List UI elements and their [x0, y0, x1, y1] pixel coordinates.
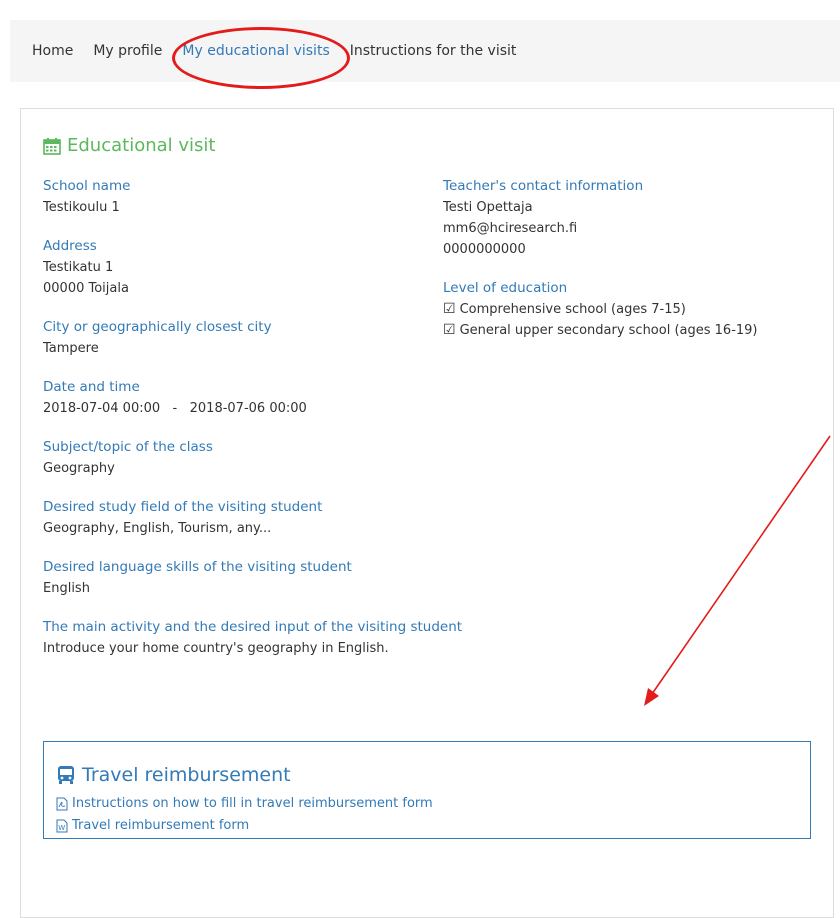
- field-value: 2018-07-04 00:00 - 2018-07-06 00:00: [43, 401, 307, 416]
- field-teacher-contact: Teacher's contact information Testi Opet…: [443, 175, 823, 260]
- field-value: Introduce your home country's geography …: [43, 641, 389, 656]
- panel-title: Educational visit: [43, 135, 215, 156]
- field-city: City or geographically closest city Tamp…: [43, 316, 423, 359]
- level-item-label: Comprehensive school (ages 7-15): [459, 302, 686, 317]
- reimbursement-form-link[interactable]: W Travel reimbursement form: [56, 818, 249, 833]
- nav-home-link[interactable]: Home: [10, 43, 83, 59]
- field-school-name: School name Testikoulu 1: [43, 175, 423, 218]
- field-label: Date and time: [43, 379, 140, 395]
- field-label: Teacher's contact information: [443, 178, 644, 194]
- field-label: Subject/topic of the class: [43, 439, 213, 455]
- field-label: Desired study field of the visiting stud…: [43, 499, 323, 515]
- checkbox-checked-icon: ☑: [443, 322, 456, 338]
- svg-text:W: W: [58, 824, 65, 832]
- instructions-pdf-link-text: Instructions on how to fill in travel re…: [72, 796, 433, 811]
- field-label: Level of education: [443, 280, 568, 296]
- visit-details-left: School name Testikoulu 1 Address Testika…: [43, 175, 463, 676]
- field-value: 0000000000: [443, 242, 526, 257]
- bus-icon: [58, 766, 74, 784]
- field-value: Testikatu 1: [43, 260, 114, 275]
- field-study-field: Desired study field of the visiting stud…: [43, 496, 423, 539]
- instructions-pdf-link[interactable]: Instructions on how to fill in travel re…: [56, 796, 433, 811]
- educational-visit-panel: Educational visit School name Testikoulu…: [20, 108, 834, 918]
- field-address: Address Testikatu 1 00000 Toijala: [43, 235, 423, 299]
- field-language-skills: Desired language skills of the visiting …: [43, 556, 423, 599]
- level-item-label: General upper secondary school (ages 16-…: [459, 323, 758, 338]
- field-value: mm6@hciresearch.fi: [443, 221, 578, 236]
- field-value: Tampere: [43, 341, 99, 356]
- checkbox-checked-icon: ☑: [443, 301, 456, 317]
- nav-my-educational-visits-link[interactable]: My educational visits: [172, 43, 339, 59]
- pdf-file-icon: [56, 797, 68, 810]
- nav-instructions-link[interactable]: Instructions for the visit: [340, 43, 527, 59]
- field-label: The main activity and the desired input …: [43, 619, 463, 635]
- level-item: ☑ General upper secondary school (ages 16…: [443, 320, 823, 341]
- field-level-of-education: Level of education ☑ Comprehensive school…: [443, 277, 823, 341]
- field-label: Desired language skills of the visiting …: [43, 559, 352, 575]
- field-value: Testi Opettaja: [443, 200, 533, 215]
- travel-title: Travel reimbursement: [56, 764, 291, 786]
- field-date-time: Date and time 2018-07-04 00:00 - 2018-07…: [43, 376, 423, 419]
- travel-title-text: Travel reimbursement: [82, 764, 291, 786]
- field-label: Address: [43, 238, 97, 254]
- word-file-icon: W: [56, 819, 68, 832]
- field-main-activity: The main activity and the desired input …: [43, 616, 463, 659]
- field-subject: Subject/topic of the class Geography: [43, 436, 423, 479]
- nav-my-profile-link[interactable]: My profile: [83, 43, 172, 59]
- field-value: 00000 Toijala: [43, 281, 129, 296]
- travel-reimbursement-box: Travel reimbursement Instructions on how…: [43, 741, 811, 839]
- level-item: ☑ Comprehensive school (ages 7-15): [443, 299, 823, 320]
- visit-details-right: Teacher's contact information Testi Opet…: [443, 175, 823, 358]
- field-value: Geography, English, Tourism, any...: [43, 521, 272, 536]
- field-label: City or geographically closest city: [43, 319, 272, 335]
- breadcrumb: Home My profile My educational visits In…: [10, 20, 840, 82]
- field-label: School name: [43, 178, 131, 194]
- calendar-icon: [43, 137, 61, 155]
- reimbursement-form-link-text: Travel reimbursement form: [72, 818, 250, 833]
- field-value: Testikoulu 1: [43, 200, 120, 215]
- field-value: Geography: [43, 461, 115, 476]
- field-value: English: [43, 581, 90, 596]
- panel-title-text: Educational visit: [67, 135, 216, 156]
